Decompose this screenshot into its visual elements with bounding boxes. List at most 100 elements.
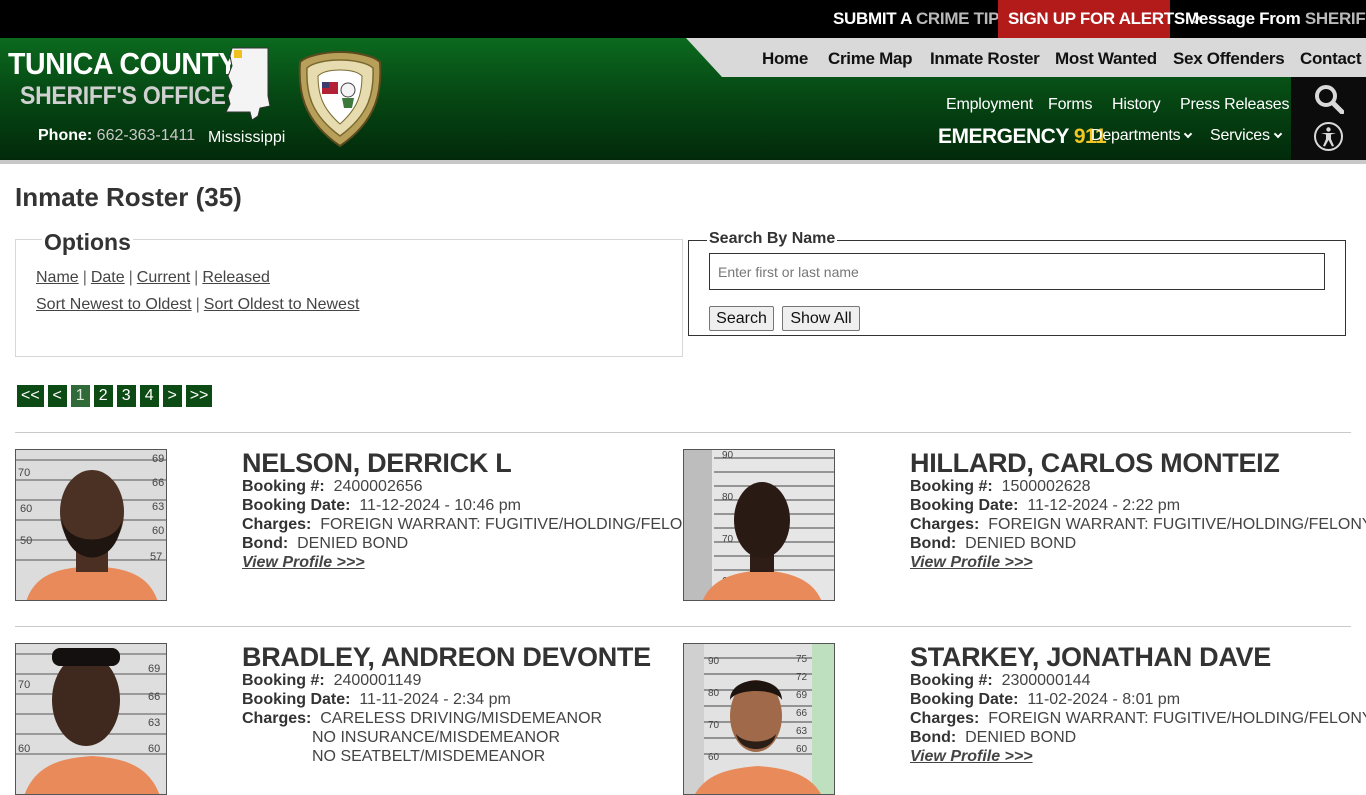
page-prev[interactable]: < xyxy=(47,385,67,407)
view-profile-link[interactable]: View Profile >>> xyxy=(910,554,1033,572)
scale-label: 66 xyxy=(796,708,808,719)
nav-crime-map[interactable]: Crime Map xyxy=(828,49,913,69)
sort-newest-link[interactable]: Sort Newest to Oldest xyxy=(36,296,192,313)
mississippi-map-icon xyxy=(225,47,271,121)
scale-label: 90 xyxy=(708,656,720,667)
inmate-photo[interactable]: 90 80 70 60 75 72 69 66 63 60 xyxy=(683,643,835,795)
charges-label: Charges: xyxy=(910,710,980,727)
booking-number-value: 1500002628 xyxy=(1001,478,1091,495)
sign-up-alerts-link[interactable]: SIGN UP FOR ALERTS xyxy=(998,0,1201,38)
state-label: Mississippi xyxy=(208,129,286,146)
message-from-sheriff-link[interactable]: Message From SHERIFF xyxy=(1185,0,1366,38)
booking-date: Booking Date: 11-12-2024 - 10:46 pm xyxy=(242,497,521,515)
inmate-photo[interactable]: 69 66 63 60 70 60 xyxy=(15,643,167,795)
departments-dropdown[interactable]: Departments xyxy=(1091,127,1193,145)
scale-label: 66 xyxy=(152,477,164,489)
scale-label: 70 xyxy=(722,534,734,545)
header-divider xyxy=(0,160,1366,164)
scale-label: 57 xyxy=(150,551,162,563)
booking-number-value: 2400001149 xyxy=(333,672,422,689)
inmate-photo[interactable]: 90 80 70 60 xyxy=(683,449,835,601)
booking-date-value: 11-02-2024 - 8:01 pm xyxy=(1027,691,1181,708)
page-next[interactable]: > xyxy=(162,385,182,407)
charges-continued: NO INSURANCE/MISDEMEANOR xyxy=(312,729,561,746)
sheriff-label-b: SHERIFF xyxy=(1304,9,1366,28)
alerts-label-a: SIGN UP FOR xyxy=(1008,9,1115,28)
charges-label: Charges: xyxy=(242,710,312,727)
inmate-name: BRADLEY, ANDREON DEVONTE xyxy=(242,642,651,672)
scale-label: 69 xyxy=(152,453,164,465)
page-4[interactable]: 4 xyxy=(139,385,159,407)
show-all-button[interactable]: Show All xyxy=(782,306,860,331)
bond-label: Bond: xyxy=(910,729,957,746)
subnav-forms[interactable]: Forms xyxy=(1048,96,1093,114)
emergency-label: EMERGENCY xyxy=(938,125,1069,148)
bond-value: DENIED BOND xyxy=(965,535,1077,552)
filter-current-link[interactable]: Current xyxy=(137,269,190,286)
scale-label: 60 xyxy=(148,743,160,755)
charge-value: FOREIGN WARRANT: FUGITIVE/HOLDING/FELONY xyxy=(320,516,705,533)
filter-released-link[interactable]: Released xyxy=(202,269,270,286)
sheriff-badge-logo xyxy=(298,50,382,148)
bond: Bond: DENIED BOND xyxy=(242,535,408,553)
booking-date: Booking Date: 11-11-2024 - 2:34 pm xyxy=(242,691,511,709)
page-first[interactable]: << xyxy=(17,385,44,407)
phone-value: 662-363-1411 xyxy=(96,127,196,144)
sheriff-label-a: Message From xyxy=(1185,9,1301,28)
filter-name-link[interactable]: Name xyxy=(36,269,79,286)
view-profile-link[interactable]: View Profile >>> xyxy=(910,748,1033,766)
booking-number-label: Booking #: xyxy=(242,478,325,495)
view-profile-link[interactable]: View Profile >>> xyxy=(242,554,365,572)
charge-value: CARELESS DRIVING/MISDEMEANOR xyxy=(320,710,603,727)
booking-number-label: Booking #: xyxy=(910,478,993,495)
nav-contact[interactable]: Contact xyxy=(1300,49,1361,69)
charges-label: Charges: xyxy=(910,516,980,533)
chevron-down-icon xyxy=(1184,129,1193,139)
chevron-down-icon xyxy=(1273,129,1283,139)
search-icon[interactable] xyxy=(1314,84,1344,114)
subnav-press-releases[interactable]: Press Releases xyxy=(1180,96,1289,114)
bond: Bond: DENIED BOND xyxy=(910,729,1076,747)
booking-date-label: Booking Date: xyxy=(242,497,351,514)
scale-label: 80 xyxy=(708,688,720,699)
nav-most-wanted[interactable]: Most Wanted xyxy=(1055,49,1157,69)
brand-subtitle: SHERIFF'S OFFICE xyxy=(20,82,226,110)
nav-inmate-roster[interactable]: Inmate Roster xyxy=(930,49,1040,69)
charge-value: FOREIGN WARRANT: FUGITIVE/HOLDING/FELONY xyxy=(988,710,1366,727)
scale-label: 70 xyxy=(18,467,30,479)
search-input[interactable] xyxy=(709,253,1325,290)
search-legend: Search By Name xyxy=(707,230,838,248)
page-3[interactable]: 3 xyxy=(116,385,136,407)
scale-label: 60 xyxy=(796,744,808,755)
search-button[interactable]: Search xyxy=(709,306,774,331)
accessibility-icon[interactable] xyxy=(1313,121,1344,152)
submit-crime-tip-link[interactable]: SUBMIT A CRIME TIP xyxy=(833,0,1015,38)
inmate-name: STARKEY, JONATHAN DAVE xyxy=(910,642,1271,672)
subnav-employment[interactable]: Employment xyxy=(946,96,1033,114)
page-1[interactable]: 1 xyxy=(70,385,90,407)
bond-value: DENIED BOND xyxy=(297,535,409,552)
booking-number-value: 2300000144 xyxy=(1001,672,1091,689)
inmate-photo[interactable]: 69 66 63 60 57 70 60 50 xyxy=(15,449,167,601)
nav-sex-offenders[interactable]: Sex Offenders xyxy=(1173,49,1285,69)
charges: Charges: FOREIGN WARRANT: FUGITIVE/HOLDI… xyxy=(910,516,1366,534)
filter-date-link[interactable]: Date xyxy=(91,269,125,286)
phone-label: Phone: xyxy=(38,127,93,144)
inmate-name: NELSON, DERRICK L xyxy=(242,448,512,478)
scale-label: 60 xyxy=(20,503,32,515)
page-last[interactable]: >> xyxy=(185,385,213,407)
subnav-history[interactable]: History xyxy=(1112,96,1161,114)
booking-number: Booking #: 2400002656 xyxy=(242,478,423,496)
page-title: Inmate Roster (35) xyxy=(15,182,242,212)
sort-oldest-link[interactable]: Sort Oldest to Newest xyxy=(204,296,360,313)
services-dropdown[interactable]: Services xyxy=(1210,127,1283,145)
emergency-911[interactable]: EMERGENCY 911 xyxy=(938,125,1107,149)
tip-label-a: SUBMIT A xyxy=(833,9,912,28)
scale-label: 60 xyxy=(708,752,720,763)
nav-home[interactable]: Home xyxy=(762,49,808,69)
pagination: << < 1 2 3 4 > >> xyxy=(17,385,213,407)
mugshot-image: 90 80 70 60 xyxy=(684,450,834,600)
scale-label: 80 xyxy=(722,492,734,503)
phone-number[interactable]: Phone: 662-363-1411 xyxy=(38,127,195,145)
page-2[interactable]: 2 xyxy=(93,385,113,407)
